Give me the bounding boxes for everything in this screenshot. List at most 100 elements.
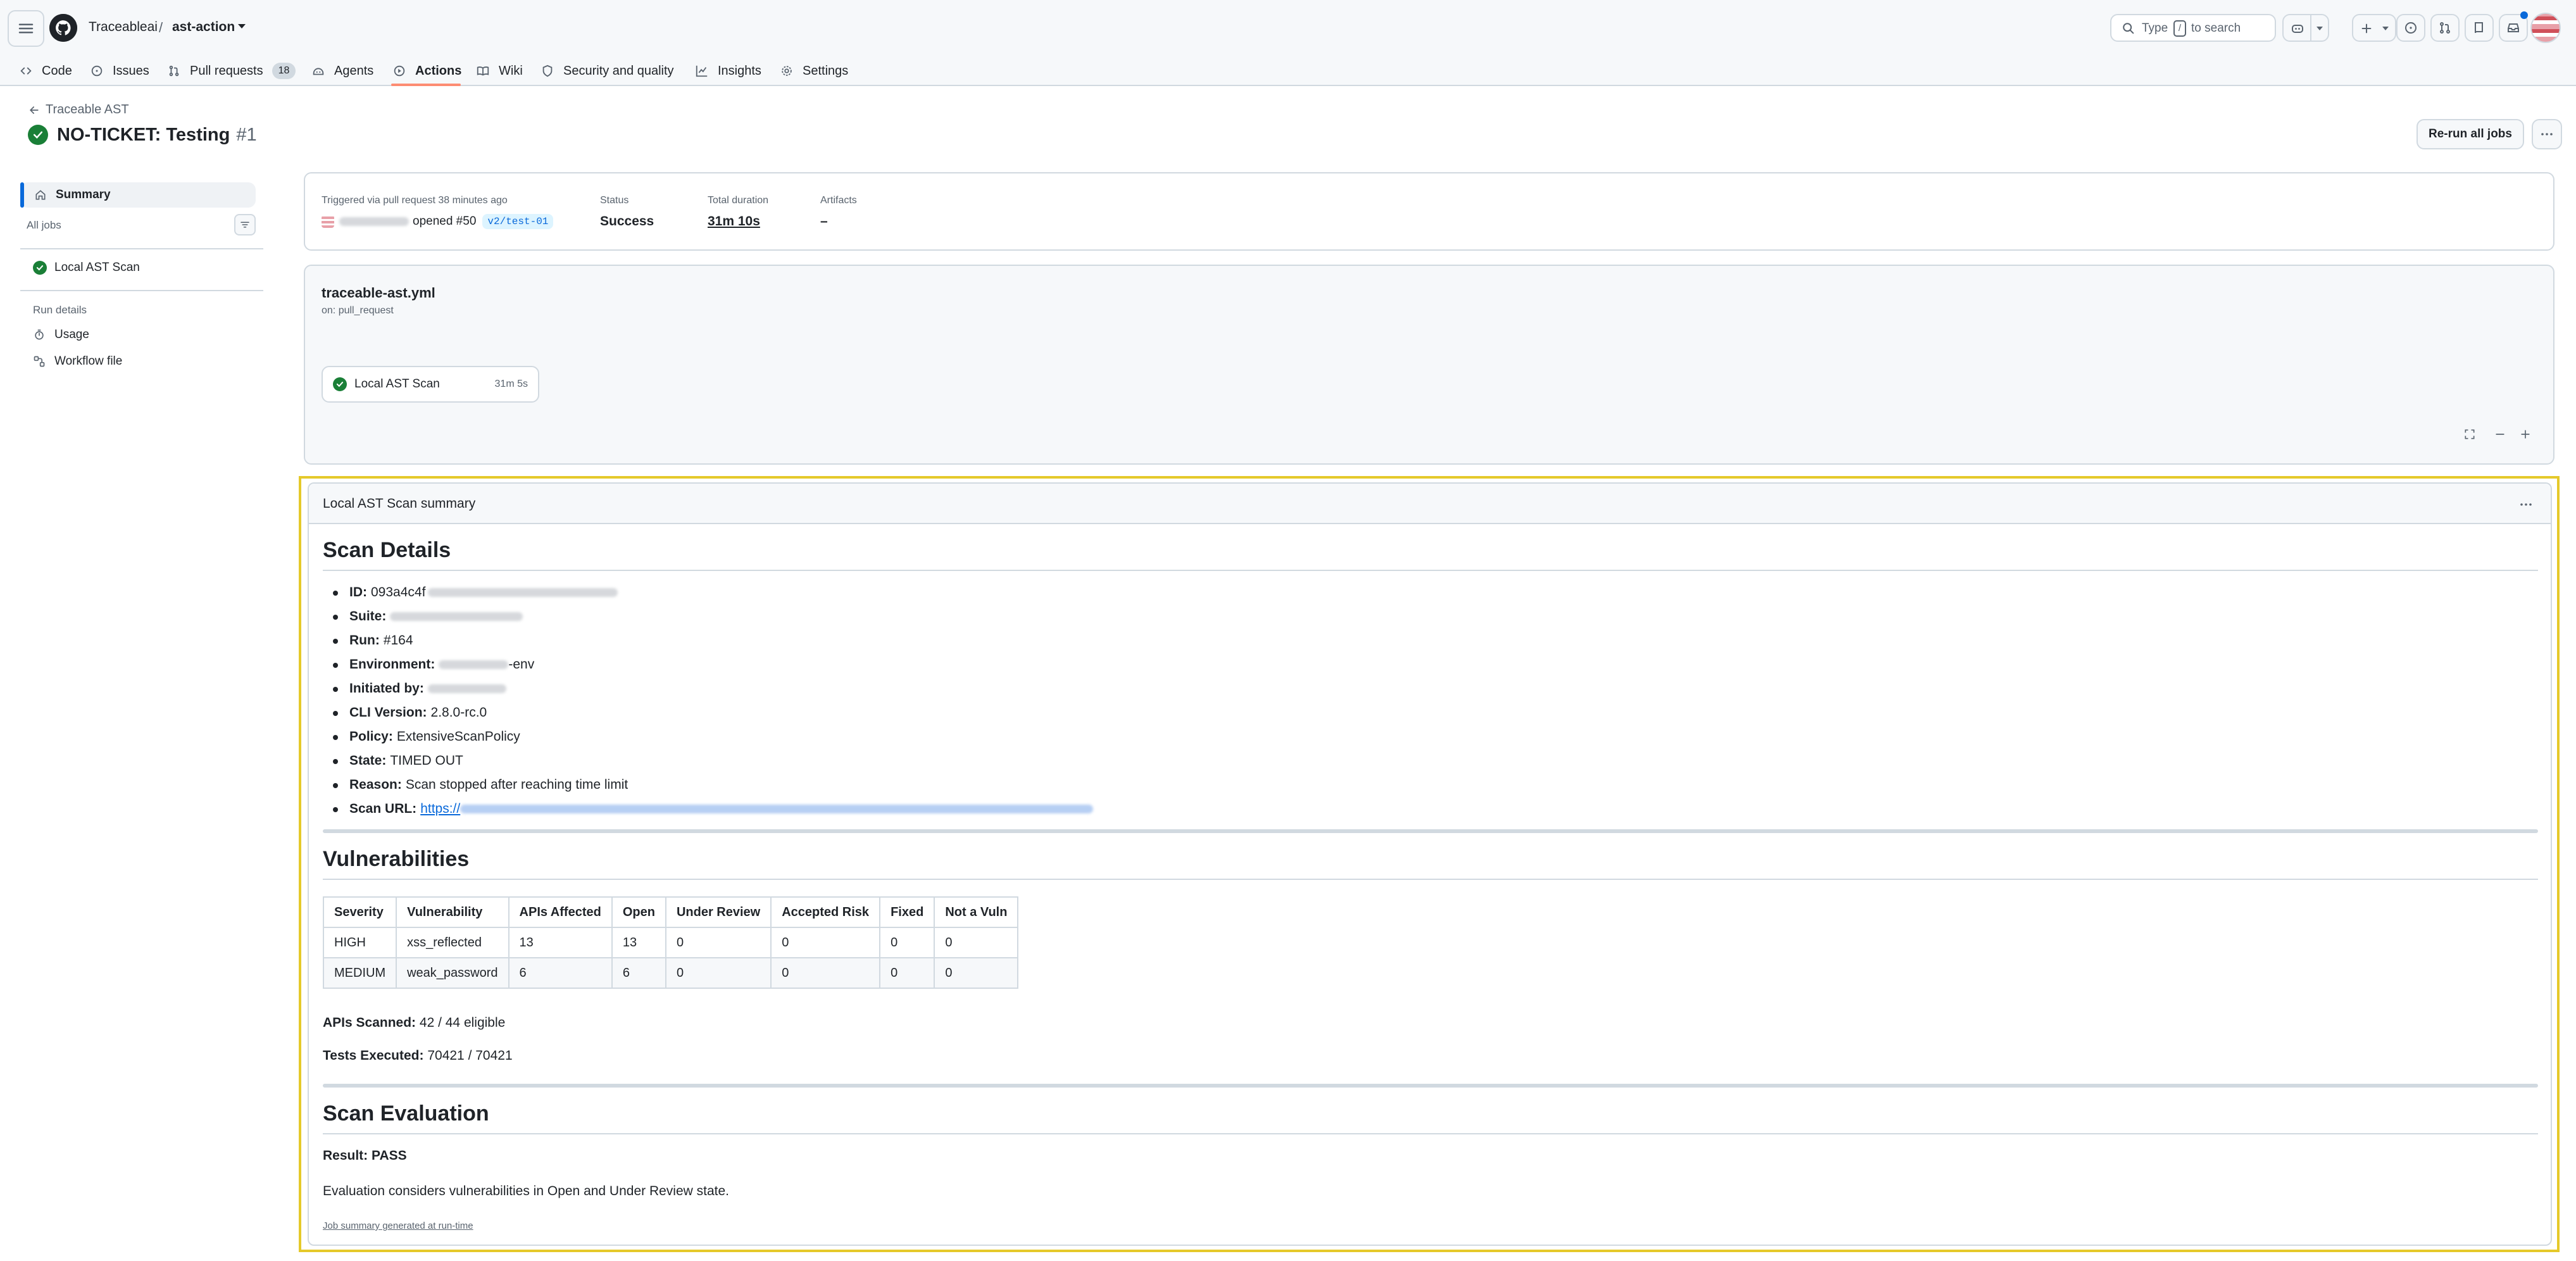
graph-icon	[696, 65, 708, 77]
search-icon	[2123, 23, 2134, 34]
job-summary-header: Local AST Scan summary	[309, 484, 2551, 524]
zoom-out-button[interactable]	[2489, 423, 2511, 446]
all-jobs-label: All jobs	[27, 219, 61, 231]
trigger-text[interactable]: opened #50	[413, 215, 476, 229]
col-open: Open	[611, 896, 666, 928]
heading-rule-3	[323, 1133, 2538, 1134]
back-to-workflow-link[interactable]: Traceable AST	[28, 103, 129, 117]
scan-url-link[interactable]: https://	[420, 801, 460, 817]
sidebar-item-job[interactable]: Local AST Scan	[33, 261, 140, 275]
detail-reason-label: Reason:	[349, 777, 402, 792]
job-summary-footer-link[interactable]: Job summary generated at run-time	[323, 1220, 473, 1231]
detail-scan-url: Scan URL: https://	[332, 801, 1094, 817]
sidebar-divider	[20, 248, 263, 249]
table-cell: MEDIUM	[322, 957, 397, 989]
shield-icon	[542, 65, 553, 77]
detail-cli-version: CLI Version: 2.8.0-rc.0	[332, 705, 487, 720]
sidebar-job-label: Local AST Scan	[54, 261, 140, 274]
detail-run: Run: #164	[333, 633, 413, 648]
repo-owner-link[interactable]: Traceableai	[89, 20, 158, 35]
run-title-text: NO-TICKET: Testing	[57, 124, 230, 145]
filter-icon	[241, 222, 249, 228]
plus-icon	[2361, 23, 2372, 34]
create-chevron-down-icon[interactable]	[2382, 27, 2389, 30]
detail-run-label: Run:	[349, 633, 380, 648]
menu-button[interactable]	[8, 10, 44, 47]
detail-initiated-by-label: Initiated by:	[349, 681, 424, 696]
tab-wiki[interactable]: Wiki	[476, 56, 523, 86]
heading-rule-2	[323, 879, 2538, 880]
repo-dropdown-chevron-icon[interactable]	[238, 24, 246, 28]
user-avatar[interactable]	[2530, 13, 2561, 43]
pull-requests-count-badge: 18	[272, 63, 296, 79]
github-logo-icon[interactable]	[49, 14, 77, 42]
detail-suite: Suite:	[332, 609, 523, 624]
trigger-info: opened #50 v2/test-01	[322, 214, 554, 229]
run-more-options-button[interactable]	[2532, 119, 2562, 149]
rerun-all-jobs-button[interactable]: Re-run all jobs	[2417, 119, 2524, 149]
table-cell: 0	[665, 927, 772, 958]
vulnerabilities-heading: Vulnerabilities	[323, 847, 470, 871]
home-icon	[35, 190, 46, 200]
col-severity: Severity	[322, 896, 397, 928]
sidebar-item-usage[interactable]: Usage	[33, 328, 89, 342]
fullscreen-button[interactable]	[2458, 423, 2481, 446]
scan-details-heading: Scan Details	[323, 538, 451, 562]
scan-evaluation-heading: Scan Evaluation	[323, 1101, 489, 1126]
status-value: Success	[600, 214, 654, 229]
trigger-label: Triggered via pull request 38 minutes ag…	[322, 195, 508, 206]
table-row: MEDIUM weak_password 6 6 0 0 0 0	[322, 957, 1019, 989]
arrow-left-icon	[29, 106, 39, 114]
detail-environment-value: -env	[508, 657, 535, 672]
tab-security[interactable]: Security and quality	[541, 56, 674, 86]
global-header: Traceableai / ast-action Type / to searc…	[0, 0, 2576, 86]
repo-name-link[interactable]: ast-action	[172, 20, 235, 35]
pull-requests-shortcut-button[interactable]	[2430, 14, 2460, 42]
tab-pull-requests[interactable]: Pull requests 18	[167, 56, 296, 86]
filter-jobs-button[interactable]	[234, 214, 256, 235]
duration-value[interactable]: 31m 10s	[708, 214, 760, 229]
redacted-initiator	[427, 684, 506, 693]
repositories-button[interactable]	[2465, 14, 2494, 42]
workflow-file-name: traceable-ast.yml	[322, 285, 435, 301]
run-title: NO-TICKET: Testing #1	[28, 124, 257, 146]
search-input[interactable]: Type / to search	[2110, 14, 2276, 42]
tab-insights[interactable]: Insights	[695, 56, 761, 86]
agent-icon	[313, 68, 324, 75]
job-card[interactable]: Local AST Scan 31m 5s	[322, 366, 539, 403]
repo-nav: Code Issues Pull requests 18 Agents Acti…	[0, 56, 2576, 86]
copilot-chevron-down-icon[interactable]	[2317, 27, 2323, 30]
sidebar-item-summary[interactable]: Summary	[20, 182, 256, 208]
issue-opened-icon	[2405, 22, 2417, 34]
tab-issues[interactable]: Issues	[90, 56, 149, 86]
sidebar-item-workflow-file[interactable]: Workflow file	[33, 354, 122, 368]
tests-executed-label: Tests Executed:	[323, 1048, 424, 1063]
apis-scanned-value: 42 / 44 eligible	[419, 1015, 506, 1030]
issues-shortcut-button[interactable]	[2396, 14, 2425, 42]
branch-tag[interactable]: v2/test-01	[482, 214, 554, 229]
col-under-review: Under Review	[665, 896, 772, 928]
search-type-label: Type	[2142, 22, 2168, 35]
tab-settings-label: Settings	[803, 63, 849, 78]
redacted-scan-url[interactable]	[460, 805, 1094, 813]
sidebar-workflow-file-label: Workflow file	[54, 354, 123, 368]
detail-reason: Reason: Scan stopped after reaching time…	[332, 777, 628, 793]
evaluation-result: Result: PASS	[323, 1148, 407, 1163]
tab-insights-label: Insights	[718, 63, 761, 78]
zoom-in-button[interactable]	[2514, 423, 2537, 446]
tab-actions[interactable]: Actions	[392, 56, 461, 86]
summary-more-options-button[interactable]	[2517, 495, 2535, 514]
git-pull-request-icon	[2440, 22, 2450, 34]
detail-cli-version-label: CLI Version:	[349, 705, 427, 720]
table-cell: 13	[508, 927, 613, 958]
stopwatch-icon	[35, 329, 44, 340]
book-icon	[477, 66, 489, 76]
job-card-name: Local AST Scan	[354, 377, 440, 391]
detail-state-label: State:	[349, 753, 387, 768]
create-new-button[interactable]	[2352, 14, 2396, 42]
tab-agents[interactable]: Agents	[311, 56, 373, 86]
tab-code[interactable]: Code	[19, 56, 72, 86]
tab-settings[interactable]: Settings	[780, 56, 848, 86]
copilot-icon	[2292, 25, 2303, 33]
copilot-button[interactable]	[2282, 14, 2329, 42]
